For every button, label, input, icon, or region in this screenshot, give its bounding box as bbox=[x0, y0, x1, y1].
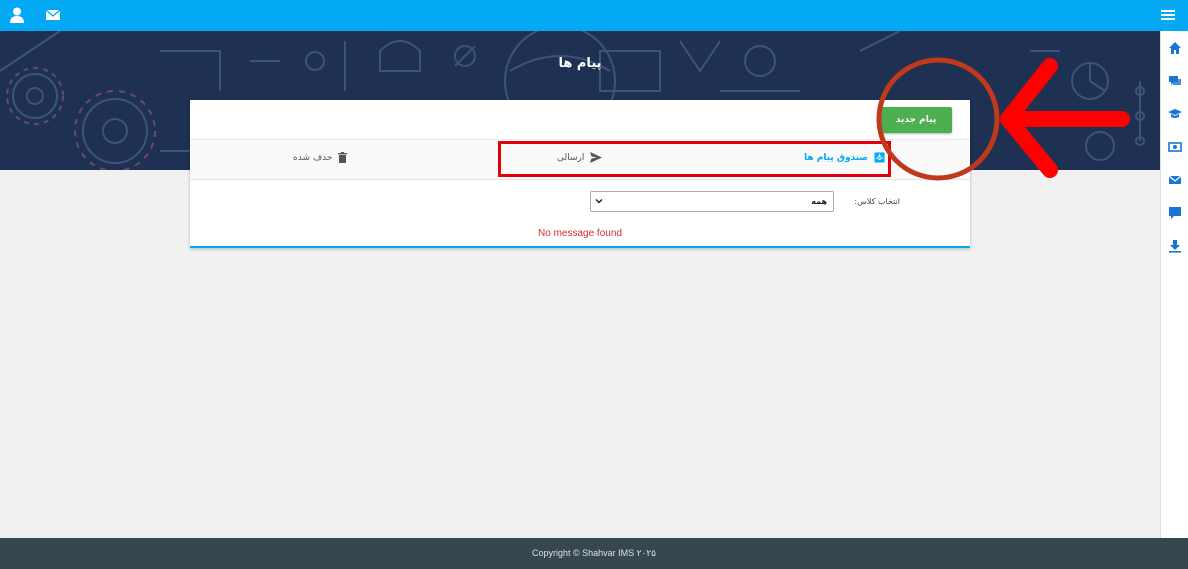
annotation-circle bbox=[876, 57, 1000, 181]
footer: Copyright © Shahvar IMS ۲۰۲۵ bbox=[0, 538, 1188, 569]
annotation-overlay bbox=[876, 57, 1130, 181]
copyright-text: Copyright © Shahvar IMS ۲۰۲۵ bbox=[531, 548, 656, 558]
annotation-arrow bbox=[1000, 58, 1130, 178]
